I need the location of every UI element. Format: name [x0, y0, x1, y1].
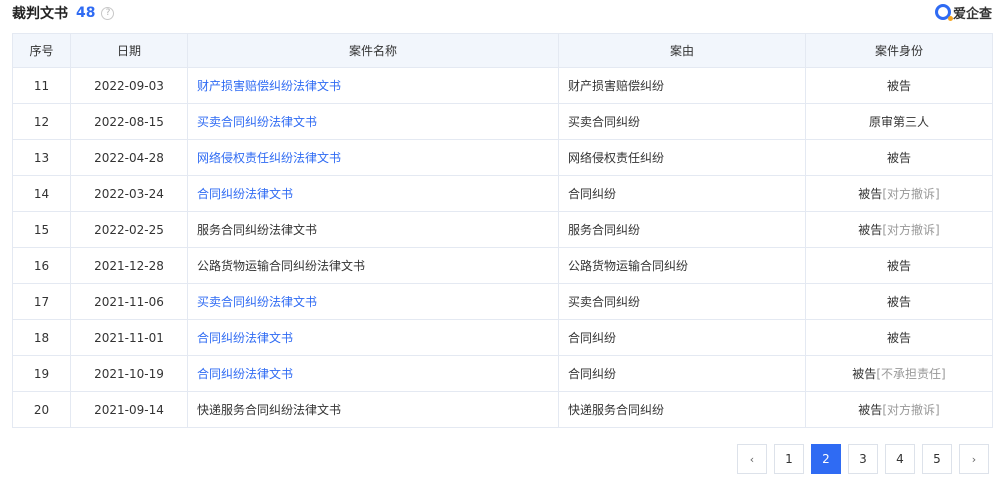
page-button-4[interactable]: 4 [885, 444, 915, 474]
cell-cause: 公路货物运输合同纠纷 [568, 259, 689, 273]
column-header-case-name: 案件名称 [187, 33, 559, 68]
cell-index: 14 [33, 186, 50, 201]
table-row: 14 2022-03-24 合同纠纷法律文书 合同纠纷 被告[对方撤诉] [12, 175, 993, 212]
chevron-left-icon: ‹ [749, 452, 755, 466]
role-note: [对方撤诉] [882, 223, 940, 237]
cell-date: 2021-09-14 [94, 402, 164, 417]
case-name-link[interactable]: 合同纠纷法律文书 [197, 367, 293, 381]
cell-date: 2022-03-24 [94, 186, 164, 201]
column-header-date: 日期 [70, 33, 188, 68]
section-header: 裁判文书 48 ? 爱企查 [12, 2, 992, 24]
cell-date: 2021-11-01 [94, 330, 164, 345]
cell-cause: 网络侵权责任纠纷 [568, 151, 665, 165]
role-note: [对方撤诉] [882, 187, 940, 201]
case-name-link[interactable]: 合同纠纷法律文书 [197, 331, 293, 345]
role-note: [不承担责任] [876, 367, 946, 381]
cell-date: 2021-12-28 [94, 258, 164, 273]
cell-date: 2021-11-06 [94, 294, 164, 309]
cell-role: 被告 [886, 295, 911, 309]
case-name-text: 快递服务合同纠纷法律文书 [197, 403, 342, 417]
table-row: 17 2021-11-06 买卖合同纠纷法律文书 买卖合同纠纷 被告 [12, 283, 993, 320]
column-header-index: 序号 [12, 33, 71, 68]
cell-date: 2022-08-15 [94, 114, 164, 129]
cell-index: 19 [33, 366, 50, 381]
cell-index: 15 [33, 222, 50, 237]
case-name-link[interactable]: 财产损害赔偿纠纷法律文书 [197, 79, 341, 93]
cell-date: 2022-09-03 [94, 78, 164, 93]
case-name-link[interactable]: 买卖合同纠纷法律文书 [197, 295, 317, 309]
cell-cause: 财产损害赔偿纠纷 [568, 79, 665, 93]
case-name-link[interactable]: 合同纠纷法律文书 [197, 187, 293, 201]
record-count: 48 [76, 5, 96, 21]
brand-name: 爱企查 [952, 6, 992, 22]
cell-index: 16 [33, 258, 50, 273]
section-title: 裁判文书 [12, 6, 68, 22]
page-button-1[interactable]: 1 [774, 444, 804, 474]
table-row: 13 2022-04-28 网络侵权责任纠纷法律文书 网络侵权责任纠纷 被告 [12, 139, 993, 176]
cell-role: 被告 [858, 223, 883, 237]
cell-index: 13 [33, 150, 50, 165]
cell-cause: 合同纠纷 [568, 187, 617, 201]
table-row: 19 2021-10-19 合同纠纷法律文书 合同纠纷 被告[不承担责任] [12, 355, 993, 392]
page-button-2-current[interactable]: 2 [811, 444, 841, 474]
cell-index: 12 [33, 114, 50, 129]
next-page-button[interactable]: › [959, 444, 989, 474]
cell-role: 被告 [886, 79, 911, 93]
cell-index: 17 [33, 294, 50, 309]
magnifier-logo-icon [934, 4, 953, 21]
cell-date: 2021-10-19 [94, 366, 164, 381]
cell-cause: 买卖合同纠纷 [568, 115, 641, 129]
cell-role: 被告 [852, 367, 877, 381]
column-header-cause: 案由 [558, 33, 806, 68]
page-button-5[interactable]: 5 [922, 444, 952, 474]
cell-cause: 合同纠纷 [568, 331, 617, 345]
prev-page-button[interactable]: ‹ [737, 444, 767, 474]
chevron-right-icon: › [971, 452, 977, 466]
table-row: 12 2022-08-15 买卖合同纠纷法律文书 买卖合同纠纷 原审第三人 [12, 103, 993, 140]
cell-role: 被告 [886, 151, 911, 165]
case-name-text: 公路货物运输合同纠纷法律文书 [197, 259, 366, 273]
table-row: 15 2022-02-25 服务合同纠纷法律文书 服务合同纠纷 被告[对方撤诉] [12, 211, 993, 248]
cell-cause: 服务合同纠纷 [568, 223, 641, 237]
cell-date: 2022-02-25 [94, 222, 164, 237]
help-icon[interactable]: ? [101, 6, 115, 20]
brand-logo: 爱企查 [934, 2, 992, 22]
role-note: [对方撤诉] [882, 403, 940, 417]
page-button-3[interactable]: 3 [848, 444, 878, 474]
cell-cause: 买卖合同纠纷 [568, 295, 641, 309]
table-row: 16 2021-12-28 公路货物运输合同纠纷法律文书 公路货物运输合同纠纷 被告 [12, 247, 993, 284]
table-row: 11 2022-09-03 财产损害赔偿纠纷法律文书 财产损害赔偿纠纷 被告 [12, 67, 993, 104]
pagination: ‹ 1 2 3 4 5 › [737, 444, 989, 474]
cell-cause: 合同纠纷 [568, 367, 617, 381]
column-header-role: 案件身份 [805, 33, 993, 68]
cell-date: 2022-04-28 [94, 150, 164, 165]
table-row: 20 2021-09-14 快递服务合同纠纷法律文书 快递服务合同纠纷 被告[对方撤诉] [12, 391, 993, 428]
cell-role: 被告 [886, 259, 911, 273]
case-name-link[interactable]: 网络侵权责任纠纷法律文书 [197, 151, 341, 165]
cell-cause: 快递服务合同纠纷 [568, 403, 665, 417]
cell-role: 被告 [858, 403, 883, 417]
cell-index: 11 [33, 78, 50, 93]
table-row: 18 2021-11-01 合同纠纷法律文书 合同纠纷 被告 [12, 319, 993, 356]
cell-role: 被告 [858, 187, 883, 201]
cell-index: 20 [33, 402, 50, 417]
case-name-link[interactable]: 买卖合同纠纷法律文书 [197, 115, 317, 129]
table-header-row: 序号 日期 案件名称 案由 案件身份 [12, 33, 993, 68]
judgment-documents-table: 序号 日期 案件名称 案由 案件身份 11 2022-09-03 财产损害赔偿纠纷法… [12, 33, 993, 428]
cell-index: 18 [33, 330, 50, 345]
case-name-text: 服务合同纠纷法律文书 [197, 223, 318, 237]
cell-role: 被告 [886, 331, 911, 345]
cell-role: 原审第三人 [868, 115, 929, 129]
